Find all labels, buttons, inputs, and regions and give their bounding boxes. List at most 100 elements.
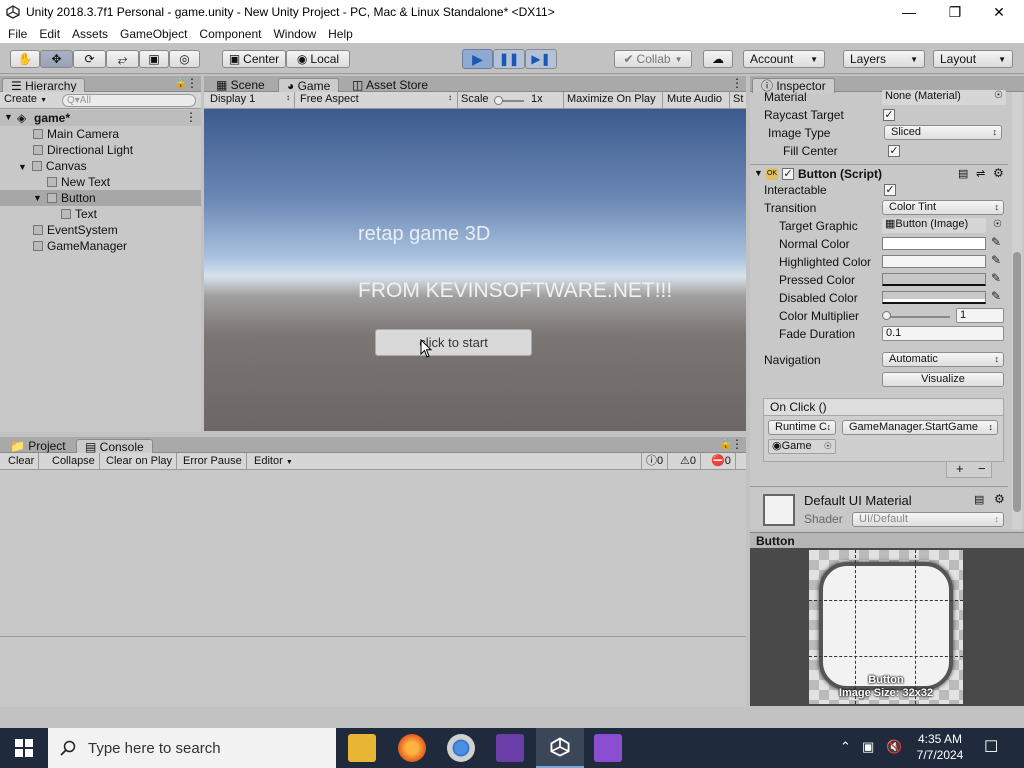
menu-assets[interactable]: Assets [66, 27, 114, 41]
remove-icon[interactable]: − [978, 462, 986, 476]
component-enabled-checkbox[interactable]: ✓ [782, 168, 794, 180]
play-button[interactable]: ▶ [462, 49, 493, 69]
editor-dropdown[interactable]: Editor ▼ [250, 453, 297, 470]
visualize-button[interactable]: Visualize [882, 372, 1004, 387]
hierarchy-item[interactable]: EventSystem [33, 222, 118, 238]
eyedropper-icon[interactable]: ✎ [991, 289, 1001, 303]
help-book-icon[interactable]: ▤ [974, 493, 984, 506]
tab-hierarchy[interactable]: ☰ Hierarchy [2, 78, 86, 93]
layout-dropdown[interactable]: Layout ▼ [933, 50, 1013, 68]
clear-on-play-toggle[interactable]: Clear on Play [102, 453, 178, 470]
scale-slider-handle[interactable] [494, 96, 503, 105]
hierarchy-item[interactable]: ▼ Canvas [18, 158, 87, 174]
function-dropdown[interactable]: GameManager.StartGame [842, 420, 998, 435]
console-split-divider[interactable] [0, 636, 746, 637]
collab-dropdown[interactable]: ✔ Collab ▼ [614, 50, 692, 68]
start-button[interactable]: click to start [375, 329, 532, 356]
collapse-arrow-icon[interactable]: ▼ [18, 162, 27, 172]
collapse-arrow-icon[interactable]: ▼ [4, 112, 13, 122]
info-filter[interactable]: ⓘ0 [641, 453, 669, 470]
material-field[interactable]: None (Material) [882, 90, 1006, 105]
minimize-button[interactable]: — [886, 0, 932, 24]
scene-row[interactable]: ▼ ◈ game* ⋮ [0, 110, 201, 126]
shader-dropdown[interactable]: UI/Default [852, 512, 1004, 527]
fill-center-checkbox[interactable]: ✓ [888, 145, 900, 157]
mute-audio-toggle[interactable]: Mute Audio [667, 93, 722, 105]
panel-menu-icon[interactable]: ⋮ [731, 437, 743, 451]
layers-dropdown[interactable]: Layers ▼ [843, 50, 925, 68]
hierarchy-item[interactable]: New Text [47, 174, 110, 190]
close-button[interactable]: ✕ [976, 0, 1022, 24]
transition-dropdown[interactable]: Color Tint [882, 200, 1004, 215]
display-dropdown[interactable]: Display 1 ↕ [210, 93, 292, 105]
eyedropper-icon[interactable]: ✎ [991, 253, 1001, 267]
collapse-arrow-icon[interactable]: ▼ [33, 193, 42, 203]
chevron-up-icon[interactable]: ⌃ [840, 739, 851, 755]
maximize-on-play-toggle[interactable]: Maximize On Play [567, 93, 656, 105]
gear-icon[interactable]: ⚙ [993, 166, 1004, 180]
pressed-color-swatch[interactable] [882, 273, 986, 286]
fade-duration-input[interactable]: 0.1 [882, 326, 1004, 341]
color-multiplier-slider-track[interactable] [884, 316, 950, 318]
navigation-dropdown[interactable]: Automatic [882, 352, 1004, 367]
rect-tool-button[interactable]: ▣ [139, 50, 169, 68]
error-pause-toggle[interactable]: Error Pause [179, 453, 247, 470]
rotate-tool-button[interactable]: ⟳ [73, 50, 106, 68]
raycast-checkbox[interactable]: ✓ [883, 109, 895, 121]
hierarchy-item[interactable]: Main Camera [33, 126, 119, 142]
scale-tool-button[interactable]: ⥂ [106, 50, 139, 68]
taskbar-search-input[interactable]: Type here to search [48, 728, 336, 768]
step-button[interactable]: ▶❚ [525, 49, 557, 69]
hierarchy-search-input[interactable]: Q▾All [62, 94, 196, 107]
help-book-icon[interactable]: ▤ [958, 167, 968, 180]
inspector-scrollbar[interactable] [1012, 92, 1022, 530]
hand-tool-button[interactable]: ✋ [10, 50, 40, 68]
space-toggle[interactable]: ◉ Local [286, 50, 350, 68]
tab-project[interactable]: 📁 Project [2, 439, 74, 454]
collapse-arrow-icon[interactable]: ▼ [754, 168, 763, 178]
object-field[interactable]: ◉Game ☉ [768, 439, 836, 454]
image-type-dropdown[interactable]: Sliced [884, 125, 1002, 140]
scrollbar-thumb[interactable] [1013, 252, 1021, 512]
hierarchy-item[interactable]: Directional Light [33, 142, 133, 158]
game-viewport[interactable]: retap game 3D FROM KEVINSOFTWARE.NET!!! … [204, 109, 746, 431]
clear-button[interactable]: Clear [4, 453, 40, 470]
eyedropper-icon[interactable]: ✎ [991, 271, 1001, 285]
pause-button[interactable]: ❚❚ [493, 49, 525, 69]
preview-header[interactable]: Button [750, 532, 1024, 548]
firefox-icon[interactable] [398, 734, 426, 762]
hierarchy-item[interactable]: GameManager [33, 238, 127, 254]
visual-studio-code-icon[interactable] [496, 734, 524, 762]
menu-help[interactable]: Help [322, 27, 359, 41]
object-picker-icon[interactable]: ☉ [994, 90, 1003, 101]
hierarchy-item-selected[interactable]: ▼ Button [0, 190, 201, 206]
network-icon[interactable]: ▣ [862, 739, 874, 755]
maximize-button[interactable]: ❐ [932, 0, 978, 24]
target-graphic-field[interactable]: ▦Button (Image) [882, 218, 986, 233]
interactable-checkbox[interactable]: ✓ [884, 184, 896, 196]
clock[interactable]: 4:35 AM 7/7/2024 [912, 731, 968, 763]
panel-menu-icon[interactable]: ⋮ [186, 76, 198, 90]
account-dropdown[interactable]: Account ▼ [743, 50, 825, 68]
color-multiplier-slider-handle[interactable] [882, 311, 891, 320]
menu-edit[interactable]: Edit [33, 27, 66, 41]
gear-icon[interactable]: ⚙ [994, 492, 1005, 506]
tab-scene[interactable]: ▦ Scene [208, 78, 273, 93]
collapse-toggle[interactable]: Collapse [48, 453, 100, 470]
stats-toggle[interactable]: St [733, 93, 743, 105]
cloud-button[interactable]: ☁ [703, 50, 733, 68]
hierarchy-item[interactable]: Text [61, 206, 97, 222]
menu-file[interactable]: File [2, 27, 33, 41]
menu-gameobject[interactable]: GameObject [114, 27, 193, 41]
normal-color-swatch[interactable] [882, 237, 986, 250]
disabled-color-swatch[interactable] [882, 291, 986, 304]
file-explorer-icon[interactable] [348, 734, 376, 762]
tab-asset-store[interactable]: ◫ Asset Store [344, 78, 436, 93]
create-dropdown[interactable]: Create ▼ [4, 93, 47, 105]
pivot-toggle[interactable]: ▣ Center [222, 50, 286, 68]
transform-tool-button[interactable]: ◎ [169, 50, 200, 68]
color-multiplier-input[interactable]: 1 [956, 308, 1004, 323]
error-filter[interactable]: ⛔0 [707, 453, 736, 470]
visual-studio-icon[interactable] [594, 734, 622, 762]
notification-icon[interactable]: ☐ [984, 737, 998, 757]
